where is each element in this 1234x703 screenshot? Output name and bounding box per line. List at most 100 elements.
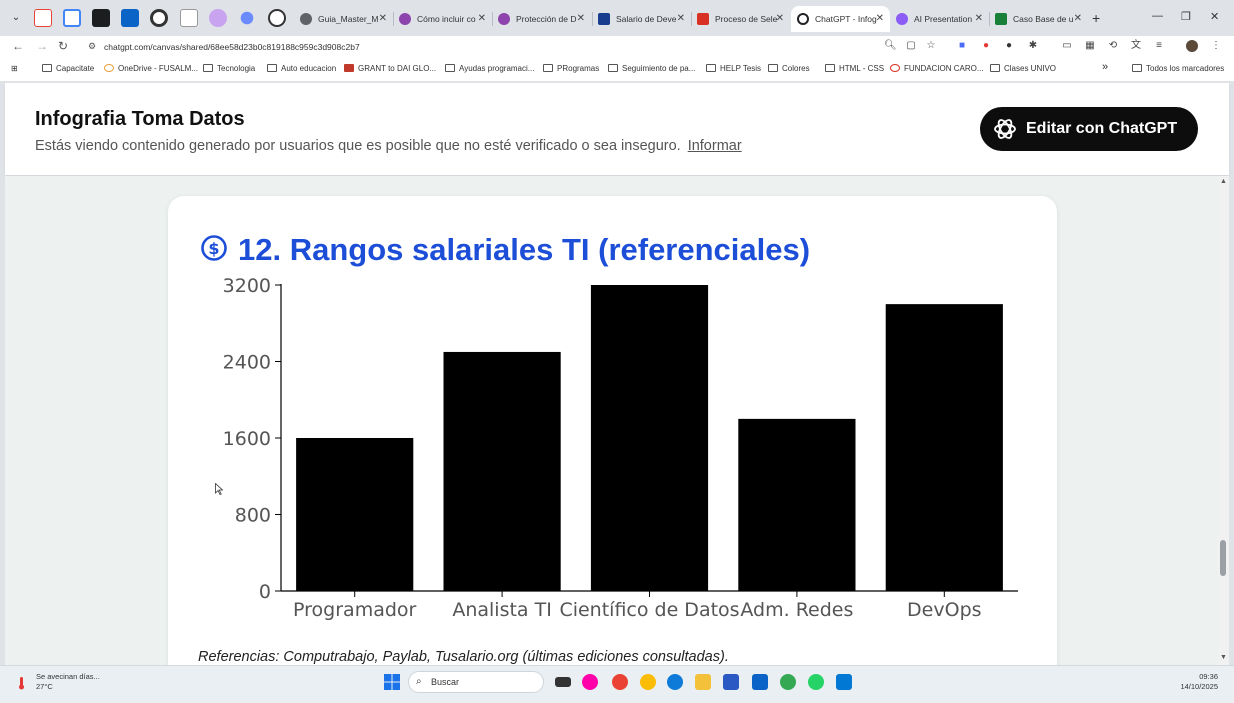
bookmark-item[interactable]: Colores bbox=[768, 64, 810, 73]
chatgpt-pinned-tab[interactable] bbox=[268, 9, 286, 27]
site-info-icon[interactable]: ⚙ bbox=[88, 41, 96, 52]
weather-widget[interactable]: Se avecinan días... 27°C bbox=[36, 672, 100, 692]
folder-icon bbox=[267, 64, 277, 72]
bookmark-label: HTML - CSS bbox=[839, 64, 885, 73]
folder-icon bbox=[445, 64, 455, 72]
screenshot-icon[interactable]: ⟲ bbox=[1107, 40, 1119, 52]
bookmark-label: Todos los marcadores bbox=[1146, 64, 1225, 73]
calendar-pinned-tab[interactable] bbox=[63, 9, 81, 27]
store-icon[interactable] bbox=[723, 674, 739, 690]
bookmark-item[interactable]: HELP Tesis bbox=[706, 64, 761, 73]
outlook-icon[interactable] bbox=[752, 674, 768, 690]
task-view-icon[interactable] bbox=[555, 677, 571, 687]
bookmark-label: Seguimiento de pa... bbox=[622, 64, 696, 73]
reading-list-icon[interactable]: ≡ bbox=[1153, 40, 1165, 52]
menu-kebab-icon[interactable]: ⋮ bbox=[1210, 40, 1222, 52]
bookmark-item[interactable]: Auto educacion bbox=[267, 64, 336, 73]
browser-tab[interactable]: Caso Base de u ✕ bbox=[989, 6, 1088, 32]
browser-tab[interactable]: AI Presentation ✕ bbox=[890, 6, 989, 32]
bookmark-label: FUNDACION CARO... bbox=[904, 64, 984, 73]
dark-extension-icon[interactable]: ● bbox=[1003, 40, 1015, 52]
new-tab-button[interactable]: + bbox=[1092, 10, 1100, 26]
tab-groups-icon[interactable]: ▦ bbox=[1084, 40, 1096, 52]
edge-icon[interactable] bbox=[667, 674, 683, 690]
browser-tab[interactable]: Proceso de Sele ✕ bbox=[691, 6, 790, 32]
close-tab-icon[interactable]: ✕ bbox=[776, 6, 784, 32]
tab-label: Guia_Master_M bbox=[318, 14, 379, 24]
side-panel-icon[interactable]: ▭ bbox=[1061, 40, 1073, 52]
gmail-pinned-tab[interactable] bbox=[34, 9, 52, 27]
bookmark-item[interactable]: Clases UNIVO bbox=[990, 64, 1056, 73]
edit-with-chatgpt-button[interactable]: Editar con ChatGPT bbox=[980, 107, 1198, 151]
weather-thermometer-icon[interactable] bbox=[15, 676, 29, 690]
browser-tab[interactable]: Cómo incluir co ✕ bbox=[393, 6, 492, 32]
bookmark-item[interactable]: Seguimiento de pa... bbox=[608, 64, 695, 73]
translate-extension-icon[interactable]: ■ bbox=[956, 40, 968, 52]
apps-grid-icon[interactable]: ⊞ bbox=[11, 64, 18, 73]
profile-avatar[interactable] bbox=[1186, 40, 1198, 52]
tab-search-chevron-icon[interactable]: ⌄ bbox=[8, 10, 24, 26]
zoom-icon[interactable]: 🔍︎ bbox=[884, 40, 897, 52]
close-tab-icon[interactable]: ✕ bbox=[975, 6, 983, 32]
scroll-down-arrow-icon[interactable]: ▼ bbox=[1220, 654, 1227, 661]
install-page-icon[interactable]: ▢ bbox=[905, 40, 917, 52]
file-explorer-icon[interactable] bbox=[695, 674, 711, 690]
udemy-pinned-tab[interactable] bbox=[92, 9, 110, 27]
report-link[interactable]: Informar bbox=[688, 138, 742, 154]
bookmark-item[interactable]: HTML - CSS bbox=[825, 64, 884, 73]
bookmark-item[interactable]: Ayudas programaci... bbox=[445, 64, 534, 73]
bookmark-item[interactable]: PRogramas bbox=[543, 64, 599, 73]
chrome-profile-icon[interactable] bbox=[640, 674, 656, 690]
chrome-pinned-tab[interactable] bbox=[150, 9, 168, 27]
folder-icon bbox=[608, 64, 618, 72]
back-arrow-icon[interactable]: ← bbox=[12, 39, 24, 53]
copilot-icon[interactable] bbox=[582, 674, 598, 690]
taskbar-search[interactable]: ⌕ Buscar bbox=[408, 671, 544, 693]
canvas-viewport[interactable]: $ 12. Rangos salariales TI (referenciale… bbox=[5, 176, 1218, 665]
windows-start-icon[interactable] bbox=[384, 674, 400, 690]
red-extension-icon[interactable]: ● bbox=[980, 40, 992, 52]
browser-tab[interactable]: Salario de Deve ✕ bbox=[592, 6, 691, 32]
reload-icon[interactable]: ↻ bbox=[58, 39, 68, 53]
remote-desktop-icon[interactable] bbox=[836, 674, 852, 690]
minimize-icon[interactable]: — bbox=[1152, 10, 1163, 22]
restore-icon[interactable]: ❐ bbox=[1181, 10, 1191, 23]
bar-programador bbox=[296, 438, 414, 591]
close-tab-icon[interactable]: ✕ bbox=[379, 6, 387, 32]
gemini-pinned-tab[interactable] bbox=[240, 11, 254, 25]
more-bookmarks-button[interactable]: » bbox=[1102, 61, 1108, 73]
bookmark-star-icon[interactable]: ☆ bbox=[925, 40, 937, 52]
close-tab-icon[interactable]: ✕ bbox=[876, 6, 884, 32]
bookmark-item[interactable]: FUNDACION CARO... bbox=[890, 64, 984, 73]
y-tick-label: 800 bbox=[235, 505, 271, 527]
system-clock[interactable]: 09:36 14/10/2025 bbox=[1180, 672, 1218, 692]
app-pinned-tab[interactable] bbox=[209, 9, 227, 27]
openai-logo-icon bbox=[994, 119, 1016, 139]
outlook-pinned-tab[interactable] bbox=[121, 9, 139, 27]
extensions-puzzle-icon[interactable]: ✱ bbox=[1027, 40, 1039, 52]
close-tab-icon[interactable]: ✕ bbox=[478, 6, 486, 32]
browser-tab[interactable]: Protección de D ✕ bbox=[492, 6, 591, 32]
bookmark-item[interactable]: GRANT to DAI GLO... bbox=[344, 64, 436, 73]
scroll-thumb[interactable] bbox=[1220, 540, 1226, 576]
chrome-alt-icon[interactable] bbox=[780, 674, 796, 690]
page-scrollbar[interactable]: ▲ ▼ bbox=[1218, 176, 1229, 665]
close-window-icon[interactable]: ✕ bbox=[1210, 10, 1219, 23]
close-tab-icon[interactable]: ✕ bbox=[1074, 6, 1082, 32]
bookmark-item[interactable]: OneDrive - FUSALM... bbox=[104, 64, 198, 73]
bookmark-item[interactable]: Tecnologia bbox=[203, 64, 255, 73]
docs-pinned-tab[interactable] bbox=[180, 9, 198, 27]
close-tab-icon[interactable]: ✕ bbox=[677, 6, 685, 32]
bookmark-item[interactable]: Capacitate bbox=[42, 64, 94, 73]
forward-arrow-icon[interactable]: → bbox=[36, 39, 48, 53]
salary-section-card: $ 12. Rangos salariales TI (referenciale… bbox=[168, 196, 1057, 665]
all-bookmarks-folder[interactable]: Todos los marcadores bbox=[1132, 64, 1224, 73]
address-bar[interactable]: ⚙ chatgpt.com/canvas/shared/68ee58d23b0c… bbox=[80, 38, 946, 57]
chrome-icon[interactable] bbox=[612, 674, 628, 690]
close-tab-icon[interactable]: ✕ bbox=[577, 6, 585, 32]
translate-icon[interactable]: 文 bbox=[1130, 40, 1142, 52]
whatsapp-icon[interactable] bbox=[808, 674, 824, 690]
browser-tab-active[interactable]: ChatGPT - Infog ✕ bbox=[791, 6, 890, 32]
scroll-up-arrow-icon[interactable]: ▲ bbox=[1220, 178, 1227, 185]
browser-tab[interactable]: Guia_Master_M ✕ bbox=[294, 6, 393, 32]
